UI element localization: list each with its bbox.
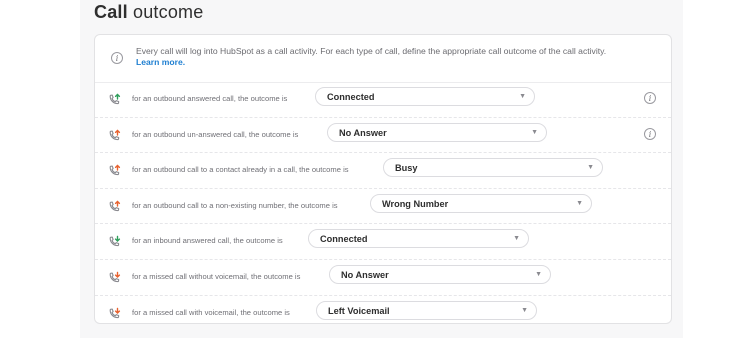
outcome-row: for an outbound un-answered call, the ou… — [95, 118, 671, 154]
chevron-down-icon: ▼ — [535, 270, 542, 278]
chevron-down-icon: ▼ — [513, 235, 520, 243]
call-outcome-card: i Every call will log into HubSpot as a … — [94, 34, 672, 324]
outcome-select[interactable]: Connected ▼ — [315, 87, 535, 106]
info-text-block: Every call will log into HubSpot as a ca… — [136, 46, 656, 68]
outcome-rows: for an outbound answered call, the outco… — [95, 82, 671, 330]
chevron-down-icon: ▼ — [531, 128, 538, 136]
row-info-icon[interactable]: i — [644, 127, 656, 140]
row-info-icon[interactable]: i — [644, 92, 656, 104]
voicemail-call-icon — [109, 307, 121, 318]
outcome-select-value: No Answer — [339, 127, 387, 138]
outcome-row-label: for an inbound answered call, the outcom… — [132, 236, 283, 246]
outcome-select-value: Left Voicemail — [328, 305, 390, 316]
outcome-row: for a missed call without voicemail, the… — [95, 260, 671, 296]
outcome-row: for a missed call with voicemail, the ou… — [95, 296, 671, 331]
outbound-call-icon — [109, 129, 121, 140]
info-icon: i — [111, 52, 123, 64]
outcome-select[interactable]: Connected ▼ — [308, 229, 529, 249]
outcome-row: for an outbound answered call, the outco… — [95, 82, 671, 118]
chevron-down-icon: ▼ — [519, 93, 526, 100]
chevron-down-icon: ▼ — [576, 199, 583, 207]
outbound-call-icon — [109, 93, 121, 105]
outcome-row: for an outbound call to a non-existing n… — [95, 189, 671, 225]
outcome-select-value: Busy — [395, 163, 418, 174]
outcome-row-label: for a missed call without voicemail, the… — [132, 271, 301, 281]
page-title-bold: Call — [94, 2, 128, 22]
inbound-call-icon — [109, 236, 121, 247]
outcome-select[interactable]: No Answer ▼ — [329, 264, 551, 284]
outcome-select[interactable]: Left Voicemail ▼ — [316, 300, 537, 320]
page-title-rest: outcome — [133, 2, 204, 22]
outcome-row: for an inbound answered call, the outcom… — [95, 224, 671, 260]
outcome-select[interactable]: Wrong Number ▼ — [370, 193, 592, 213]
chevron-down-icon: ▼ — [587, 164, 594, 172]
outcome-row-label: for an outbound answered call, the outco… — [132, 94, 288, 103]
outcome-row-label: for a missed call with voicemail, the ou… — [132, 307, 290, 317]
outcome-select-value: Connected — [320, 234, 368, 245]
outcome-select[interactable]: No Answer ▼ — [327, 122, 547, 142]
outbound-call-icon — [109, 200, 121, 211]
outcome-select-value: No Answer — [341, 269, 389, 280]
info-text: Every call will log into HubSpot as a ca… — [136, 46, 607, 56]
outcome-row-label: for an outbound call to a non-existing n… — [132, 200, 338, 210]
info-banner: i Every call will log into HubSpot as a … — [95, 35, 671, 83]
learn-more-link[interactable]: Learn more. — [136, 57, 185, 67]
page-title: Call outcome — [94, 0, 203, 24]
outcome-select-value: Connected — [327, 92, 375, 102]
missed-call-icon — [109, 271, 121, 283]
outcome-row: for an outbound call to a contact alread… — [95, 153, 671, 189]
outcome-row-label: for an outbound un-answered call, the ou… — [132, 129, 299, 139]
chevron-down-icon: ▼ — [521, 306, 528, 314]
outcome-select-value: Wrong Number — [382, 198, 449, 209]
outcome-select[interactable]: Busy ▼ — [383, 158, 603, 178]
outbound-call-icon — [109, 164, 121, 176]
outcome-row-label: for an outbound call to a contact alread… — [132, 165, 349, 175]
